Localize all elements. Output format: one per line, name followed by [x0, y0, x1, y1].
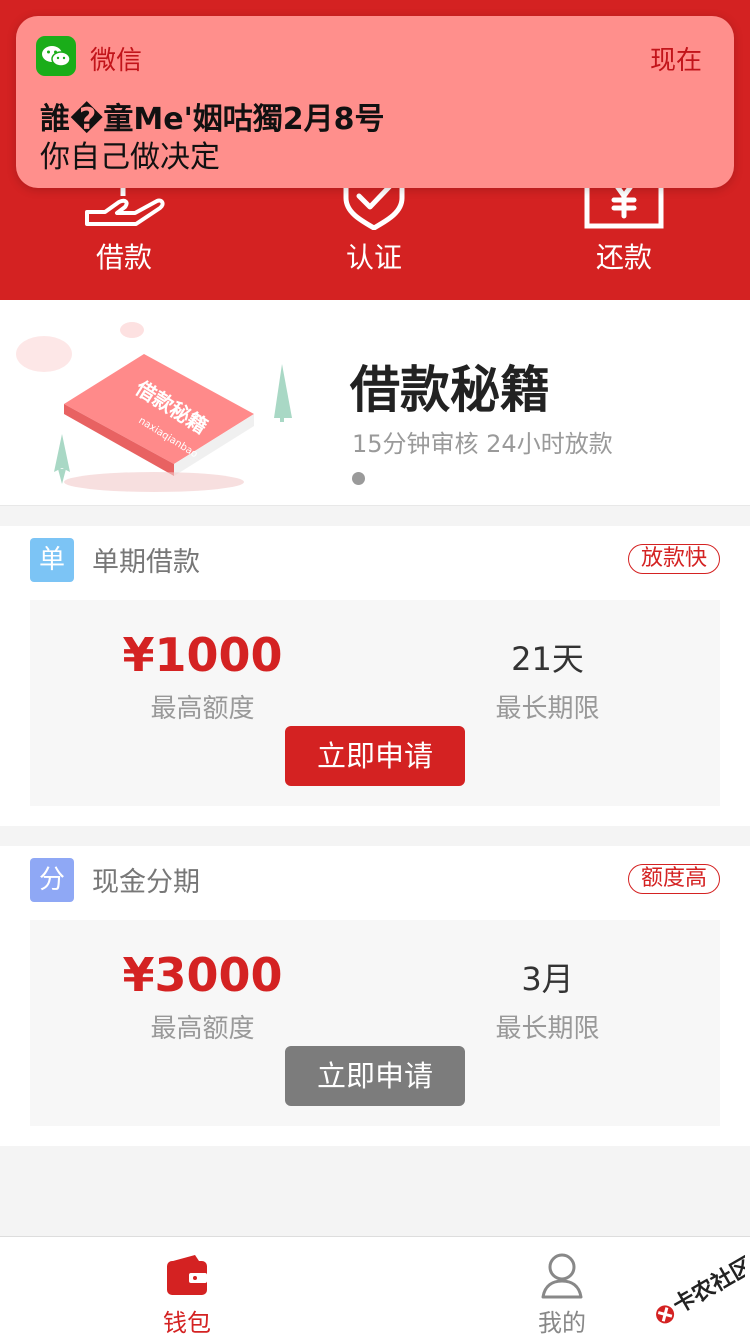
header-item-label: 认证: [345, 241, 402, 274]
max-amount-label: 最高额度: [150, 694, 255, 724]
product-info-box: ¥1000 最高额度 21天 最长期限 立即申请: [30, 600, 720, 806]
promo-banner[interactable]: 借款秘籍 naxiaqianbao 借款秘籍 15分钟审核 24小时放款: [0, 300, 750, 506]
book-illustration: 借款秘籍 naxiaqianbao: [16, 322, 292, 492]
max-amount: ¥1000: [122, 628, 283, 682]
carousel-indicator[interactable]: [352, 472, 365, 485]
product-tag: 放款快: [627, 544, 720, 574]
tab-wallet[interactable]: 钱包: [127, 1251, 247, 1334]
tab-mine[interactable]: 我的: [502, 1251, 622, 1334]
max-amount-label: 最高额度: [150, 1014, 255, 1044]
product-name: 单期借款: [92, 547, 200, 578]
notification-message: 你自己做决定: [40, 140, 220, 175]
max-term-label: 最长期限: [495, 694, 600, 724]
product-name: 现金分期: [92, 867, 200, 898]
apply-button[interactable]: 立即申请: [285, 726, 465, 786]
product-badge: 分: [30, 858, 74, 902]
watermark-text: 卡农社区: [668, 1252, 745, 1319]
notification-app-name: 微信: [90, 46, 143, 76]
max-amount: ¥3000: [122, 948, 283, 1002]
wechat-notification[interactable]: 微信 现在 誰�童Me'姻咕獨2月8号 你自己做决定: [16, 16, 734, 188]
tab-label: 钱包: [163, 1309, 211, 1334]
product-card-single: 单 单期借款 放款快 ¥1000 最高额度 21天 最长期限 立即申请: [0, 526, 750, 826]
product-badge: 单: [30, 538, 74, 582]
apply-button[interactable]: 立即申请: [285, 1046, 465, 1106]
header-item-label: 还款: [595, 241, 652, 274]
max-term: 3月: [521, 960, 574, 998]
notification-time: 现在: [649, 46, 702, 76]
tab-label: 我的: [538, 1309, 586, 1334]
watermark-logo: 卡农社区: [656, 1252, 745, 1324]
max-term-label: 最长期限: [495, 1014, 600, 1044]
header-item-label: 借款: [95, 241, 152, 274]
product-info-box: ¥3000 最高额度 3月 最长期限 立即申请: [30, 920, 720, 1126]
product-card-installment: 分 现金分期 额度高 ¥3000 最高额度 3月 最长期限 立即申请: [0, 846, 750, 1146]
user-icon: [541, 1253, 583, 1299]
wechat-icon: [36, 36, 76, 76]
banner-title: 借款秘籍: [350, 361, 550, 419]
max-term: 21天: [511, 640, 584, 678]
wallet-icon: [167, 1255, 207, 1295]
banner-subtitle: 15分钟审核 24小时放款: [352, 430, 613, 458]
product-tag: 额度高: [627, 864, 720, 894]
bottom-tab-bar: 钱包 我的: [0, 1236, 750, 1334]
